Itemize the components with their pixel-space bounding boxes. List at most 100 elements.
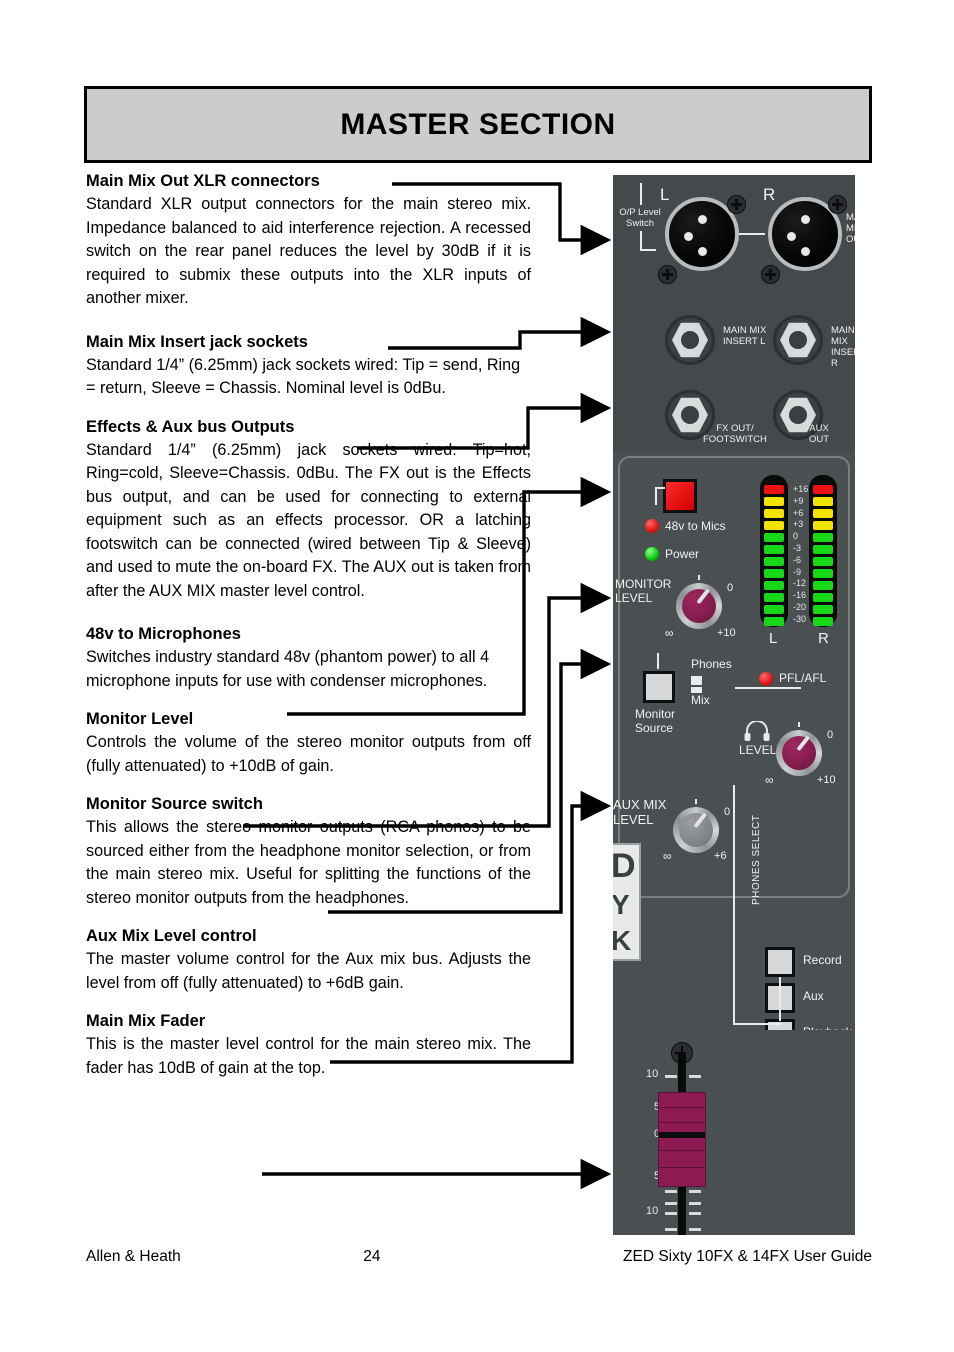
callout-section-main-fader: Main Mix Fader This is the master level … — [86, 1012, 531, 1080]
phones-select-record-switch[interactable] — [765, 947, 795, 977]
meter-segment — [813, 605, 833, 614]
meter-segment — [764, 617, 784, 626]
section-body: Standard XLR output connectors for the m… — [86, 195, 531, 307]
fader-tick — [689, 1190, 701, 1193]
callout-section-monitor-level: Monitor Level Controls the volume of the… — [86, 710, 531, 778]
meter-segment — [813, 557, 833, 566]
meter-scale-tick: -20 — [793, 601, 807, 612]
callout-section-xlr: Main Mix Out XLR connectors Standard XLR… — [86, 172, 531, 311]
page-title-banner: MASTER SECTION — [84, 86, 872, 163]
switch-link-line — [655, 487, 657, 505]
document-page: MASTER SECTION Main Mix Out XLR connecto… — [0, 0, 954, 1352]
screw-icon — [828, 195, 847, 214]
monitor-level-label: MONITOR LEVEL — [615, 577, 672, 605]
xlr-pin — [698, 215, 707, 224]
callout-section-monitor-source: Monitor Source switch This allows the st… — [86, 795, 531, 910]
monitor-source-mix-label: Mix — [691, 693, 710, 707]
xlr-left-label: L — [660, 185, 670, 204]
section-body: The master volume control for the Aux mi… — [86, 950, 531, 992]
monitor-level-max: +10 — [717, 627, 736, 639]
fader-scale-10-bot: 10 — [646, 1205, 659, 1217]
meter-scale-tick: -12 — [793, 578, 807, 589]
pfl-afl-led — [759, 672, 773, 686]
monitor-source-indicator — [691, 687, 702, 693]
fader-tick — [689, 1228, 701, 1231]
section-body: Controls the volume of the stereo monito… — [86, 733, 531, 775]
main-mix-out-label: MAIN MIX OUT — [846, 212, 855, 245]
jack-main-mix-insert-r — [773, 315, 823, 365]
sticker-letter: Y — [613, 889, 630, 921]
mixer-fader-panel: 10 5 0 5 10 — [613, 1030, 855, 1235]
insert-r-label: MAIN MIX INSERT R — [831, 325, 855, 369]
jack-main-mix-insert-l — [665, 315, 715, 365]
jack-hole — [789, 406, 807, 424]
section-heading: Main Mix Insert jack sockets — [86, 332, 308, 351]
meter-segment — [764, 569, 784, 578]
xlr-divider — [739, 233, 765, 235]
aux-mix-level-knob[interactable] — [673, 807, 719, 853]
phones-level-max: +10 — [817, 774, 836, 786]
power-led — [645, 547, 659, 561]
callout-text-column: Main Mix Out XLR connectors Standard XLR… — [86, 172, 531, 1094]
meter-segment — [764, 521, 784, 530]
meter-segment — [764, 581, 784, 590]
footer-left: Allen & Heath — [86, 1248, 181, 1265]
meter-scale-tick: -6 — [793, 554, 802, 565]
knob-cap — [682, 589, 716, 623]
fader-cap-line — [659, 1122, 705, 1123]
meter-segment — [813, 581, 833, 590]
jack-hole — [789, 331, 807, 349]
sticker-letter: D — [613, 847, 636, 885]
meter-scale-tick: +6 — [793, 507, 804, 518]
monitor-source-switch[interactable] — [643, 671, 675, 703]
aux-out-label: AUX OUT — [809, 423, 830, 445]
monitor-level-knob[interactable] — [676, 583, 722, 629]
phones-select-label: PHONES SELECT — [751, 814, 762, 905]
section-body: Standard 1/4” (6.25mm) jack sockets wire… — [86, 440, 531, 600]
section-body: This is the master level control for the… — [86, 1035, 531, 1077]
main-mix-fader-cap[interactable] — [658, 1092, 706, 1187]
callout-section-48v: 48v to Microphones Switches industry sta… — [86, 625, 531, 693]
phones-select-record-label: Record — [803, 953, 842, 967]
phones-select-bus-line — [779, 977, 781, 1021]
xlr-right-label: R — [763, 185, 776, 204]
page-footer: Allen & Heath 24 ZED Sixty 10FX & 14FX U… — [86, 1248, 872, 1266]
pfl-afl-label: PFL/AFL — [779, 671, 827, 685]
fader-tick — [689, 1212, 701, 1215]
phones-level-knob[interactable] — [776, 730, 822, 776]
aux-mix-max: +6 — [714, 850, 727, 862]
meter-segment — [813, 617, 833, 626]
section-body: Standard 1/4” (6.25mm) jack sockets wire… — [86, 355, 521, 398]
fader-cap-indicator — [659, 1132, 705, 1138]
section-body: Switches industry standard 48v (phantom … — [86, 648, 490, 690]
meter-segment — [764, 557, 784, 566]
knob-tick — [698, 575, 700, 580]
phantom-power-switch[interactable] — [663, 479, 697, 513]
brand-sticker: D Y K — [613, 843, 641, 961]
xlr-pin — [801, 215, 810, 224]
op-level-switch-label: O/P Level Switch — [619, 207, 661, 229]
screw-icon — [658, 265, 677, 284]
meter-segment — [813, 485, 833, 494]
phantom-power-label: 48v to Mics — [665, 519, 726, 533]
meter-segment — [764, 593, 784, 602]
meter-scale-tick: -16 — [793, 590, 807, 601]
callout-section-effects-aux: Effects & Aux bus Outputs Standard 1/4” … — [86, 418, 531, 604]
routing-line — [733, 1023, 781, 1025]
op-level-bracket-v — [640, 231, 642, 251]
xlr-pin — [684, 232, 693, 241]
phones-select-aux-label: Aux — [803, 989, 824, 1003]
fader-tick — [665, 1075, 677, 1078]
page-title: MASTER SECTION — [340, 107, 616, 141]
meter-segment — [813, 533, 833, 542]
section-heading: Monitor Source switch — [86, 795, 263, 813]
aux-mix-min: ∞ — [663, 849, 672, 863]
switch-link-line — [655, 487, 665, 489]
phones-level-zero: 0 — [827, 729, 834, 741]
section-heading: 48v to Microphones — [86, 625, 241, 643]
power-label: Power — [665, 547, 700, 561]
meter-segment — [764, 497, 784, 506]
meter-scale-tick: +9 — [793, 495, 804, 506]
footer-page-number: 24 — [363, 1248, 381, 1265]
monitor-level-zero: 0 — [727, 582, 734, 594]
